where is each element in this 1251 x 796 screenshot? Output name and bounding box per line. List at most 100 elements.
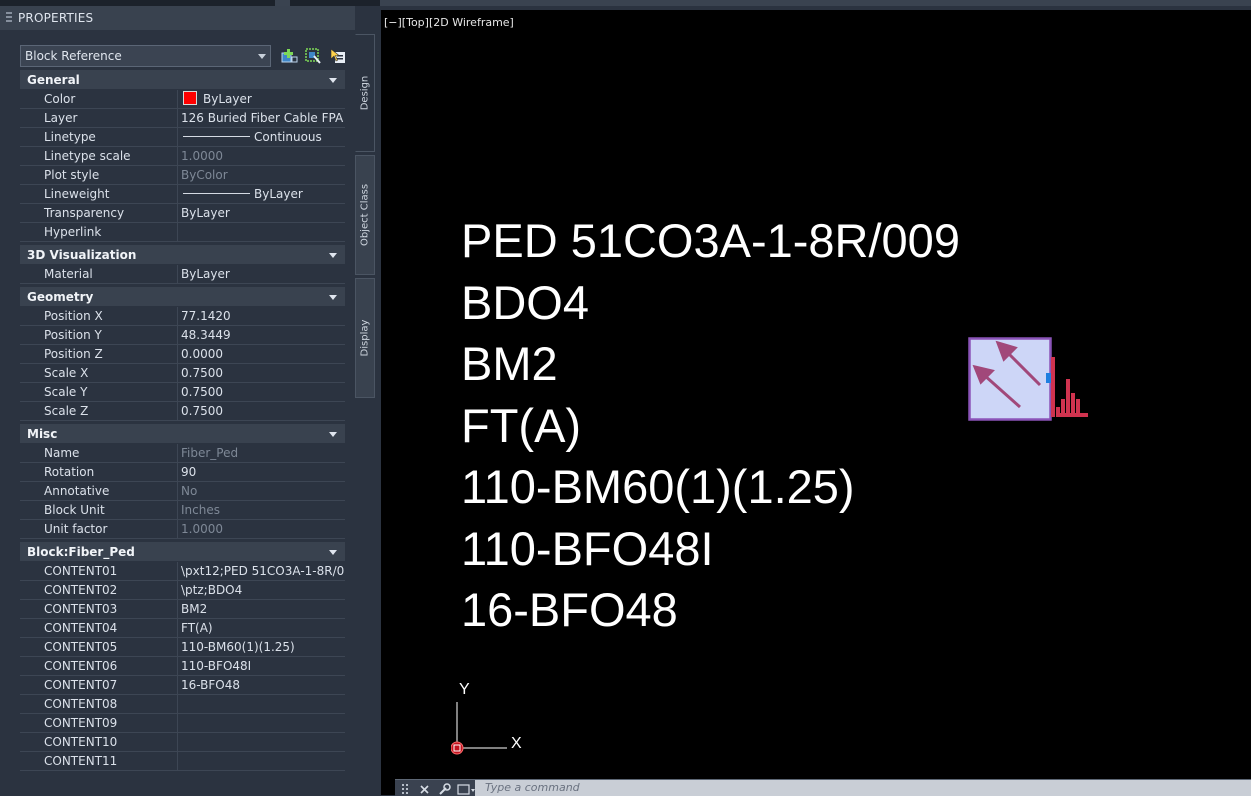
category-header[interactable]: General xyxy=(20,70,345,90)
viewport-controls-label[interactable]: [−][Top][2D Wireframe] xyxy=(384,16,514,29)
quick-select-icon[interactable] xyxy=(303,46,323,66)
property-row[interactable]: CONTENT09 xyxy=(20,714,345,733)
property-row[interactable]: CONTENT01 \pxt12;PED 51CO3A-1-8R/009 xyxy=(20,562,345,581)
property-value[interactable]: ByLayer xyxy=(181,204,345,222)
property-row[interactable]: CONTENT10 xyxy=(20,733,345,752)
property-value-text: Continuous xyxy=(254,130,322,144)
property-value[interactable]: 0.0000 xyxy=(181,345,345,363)
block-attribute-text[interactable]: PED 51CO3A-1-8R/009 BDO4 BM2 FT(A) 110-B… xyxy=(461,210,960,641)
category-header[interactable]: 3D Visualization xyxy=(20,245,345,265)
property-row[interactable]: Block Unit Inches xyxy=(20,501,345,520)
property-row[interactable]: CONTENT08 xyxy=(20,695,345,714)
property-label: Scale Z xyxy=(20,402,178,420)
fiber-ped-block-symbol[interactable] xyxy=(968,337,1092,427)
property-value[interactable]: 0.7500 xyxy=(181,383,345,401)
property-row[interactable]: Linetype Continuous xyxy=(20,128,345,147)
tab-display[interactable]: Display xyxy=(355,278,375,398)
property-row[interactable]: Position Y 48.3449 xyxy=(20,326,345,345)
property-row[interactable]: Scale Z 0.7500 xyxy=(20,402,345,421)
property-row[interactable]: CONTENT11 xyxy=(20,752,345,771)
property-grid: General Color ByLayer Layer 126 Buried Fiber… xyxy=(20,70,345,771)
property-row[interactable]: Scale Y 0.7500 xyxy=(20,383,345,402)
property-value[interactable]: ByLayer xyxy=(181,90,345,108)
property-row[interactable]: Rotation 90 xyxy=(20,463,345,482)
property-value[interactable]: 1.0000 xyxy=(181,520,345,538)
property-value[interactable] xyxy=(181,714,345,732)
property-value[interactable]: 110-BFO48I xyxy=(181,657,345,675)
property-row[interactable]: Scale X 0.7500 xyxy=(20,364,345,383)
tab-design[interactable]: Design xyxy=(355,34,375,152)
property-value[interactable]: No xyxy=(181,482,345,500)
collapse-caret-icon[interactable] xyxy=(329,432,337,437)
palette-header[interactable]: PROPERTIES xyxy=(0,6,355,30)
palette-grip-icon[interactable] xyxy=(6,12,12,24)
property-value[interactable]: \pxt12;PED 51CO3A-1-8R/009 xyxy=(181,562,345,580)
property-label: CONTENT06 xyxy=(20,657,178,675)
drawing-viewport[interactable]: [−][Top][2D Wireframe] PED 51CO3A-1-8R/0… xyxy=(381,10,1251,782)
property-row[interactable]: CONTENT02 \ptz;BDO4 xyxy=(20,581,345,600)
property-row[interactable]: CONTENT05 110-BM60(1)(1.25) xyxy=(20,638,345,657)
close-icon[interactable] xyxy=(417,780,435,796)
collapse-caret-icon[interactable] xyxy=(329,295,337,300)
property-value[interactable] xyxy=(181,695,345,713)
property-value[interactable]: 1.0000 xyxy=(181,147,345,165)
command-input[interactable]: Type a command xyxy=(485,781,580,795)
category-header[interactable]: Misc xyxy=(20,424,345,444)
property-value[interactable]: 0.7500 xyxy=(181,402,345,420)
property-label: CONTENT10 xyxy=(20,733,178,751)
property-value[interactable]: 16-BFO48 xyxy=(181,676,345,694)
property-row[interactable]: Lineweight ByLayer xyxy=(20,185,345,204)
command-line[interactable]: Type a command xyxy=(395,779,1251,796)
property-value[interactable]: Fiber_Ped xyxy=(181,444,345,462)
category-header[interactable]: Geometry xyxy=(20,287,345,307)
property-row[interactable]: CONTENT04 FT(A) xyxy=(20,619,345,638)
property-row[interactable]: Transparency ByLayer xyxy=(20,204,345,223)
property-row[interactable]: Annotative No xyxy=(20,482,345,501)
property-row[interactable]: Material ByLayer xyxy=(20,265,345,284)
property-value[interactable]: 110-BM60(1)(1.25) xyxy=(181,638,345,656)
property-row[interactable]: Layer 126 Buried Fiber Cable FPA xyxy=(20,109,345,128)
toggle-pickadd-icon[interactable] xyxy=(327,46,347,66)
select-objects-icon[interactable] xyxy=(279,46,299,66)
property-row[interactable]: Linetype scale 1.0000 xyxy=(20,147,345,166)
property-value[interactable] xyxy=(181,223,345,241)
property-row[interactable]: Plot style ByColor xyxy=(20,166,345,185)
property-row[interactable]: CONTENT07 16-BFO48 xyxy=(20,676,345,695)
grip-icon[interactable] xyxy=(399,780,417,796)
property-row[interactable]: Unit factor 1.0000 xyxy=(20,520,345,539)
object-type-dropdown[interactable]: Block Reference xyxy=(20,45,271,67)
property-value[interactable]: \ptz;BDO4 xyxy=(181,581,345,599)
attribute-line: FT(A) xyxy=(461,398,582,452)
property-value[interactable]: ByColor xyxy=(181,166,345,184)
property-value-text: Inches xyxy=(181,503,220,517)
property-value[interactable]: Inches xyxy=(181,501,345,519)
property-row[interactable]: Position Z 0.0000 xyxy=(20,345,345,364)
property-value[interactable] xyxy=(181,733,345,751)
property-row[interactable]: Name Fiber_Ped xyxy=(20,444,345,463)
category-header[interactable]: Block:Fiber_Ped xyxy=(20,542,345,562)
property-row[interactable]: CONTENT03 BM2 xyxy=(20,600,345,619)
recent-commands-icon[interactable] xyxy=(455,780,477,796)
property-value-text: 1.0000 xyxy=(181,522,223,536)
property-value[interactable]: 77.1420 xyxy=(181,307,345,325)
property-value[interactable]: BM2 xyxy=(181,600,345,618)
property-row[interactable]: Position X 77.1420 xyxy=(20,307,345,326)
property-value[interactable]: 0.7500 xyxy=(181,364,345,382)
property-row[interactable]: CONTENT06 110-BFO48I xyxy=(20,657,345,676)
property-row[interactable]: Color ByLayer xyxy=(20,90,345,109)
property-label: CONTENT03 xyxy=(20,600,178,618)
customize-wrench-icon[interactable] xyxy=(435,780,453,796)
collapse-caret-icon[interactable] xyxy=(329,253,337,258)
tab-object-class[interactable]: Object Class xyxy=(355,155,375,275)
property-value[interactable]: ByLayer xyxy=(181,265,345,283)
property-value[interactable]: 48.3449 xyxy=(181,326,345,344)
property-value[interactable]: 90 xyxy=(181,463,345,481)
property-value[interactable]: 126 Buried Fiber Cable FPA xyxy=(181,109,345,127)
collapse-caret-icon[interactable] xyxy=(329,78,337,83)
property-value[interactable]: ByLayer xyxy=(181,185,345,203)
property-row[interactable]: Hyperlink xyxy=(20,223,345,242)
property-value[interactable]: Continuous xyxy=(181,128,345,146)
property-value[interactable]: FT(A) xyxy=(181,619,345,637)
property-value[interactable] xyxy=(181,752,345,770)
collapse-caret-icon[interactable] xyxy=(329,550,337,555)
